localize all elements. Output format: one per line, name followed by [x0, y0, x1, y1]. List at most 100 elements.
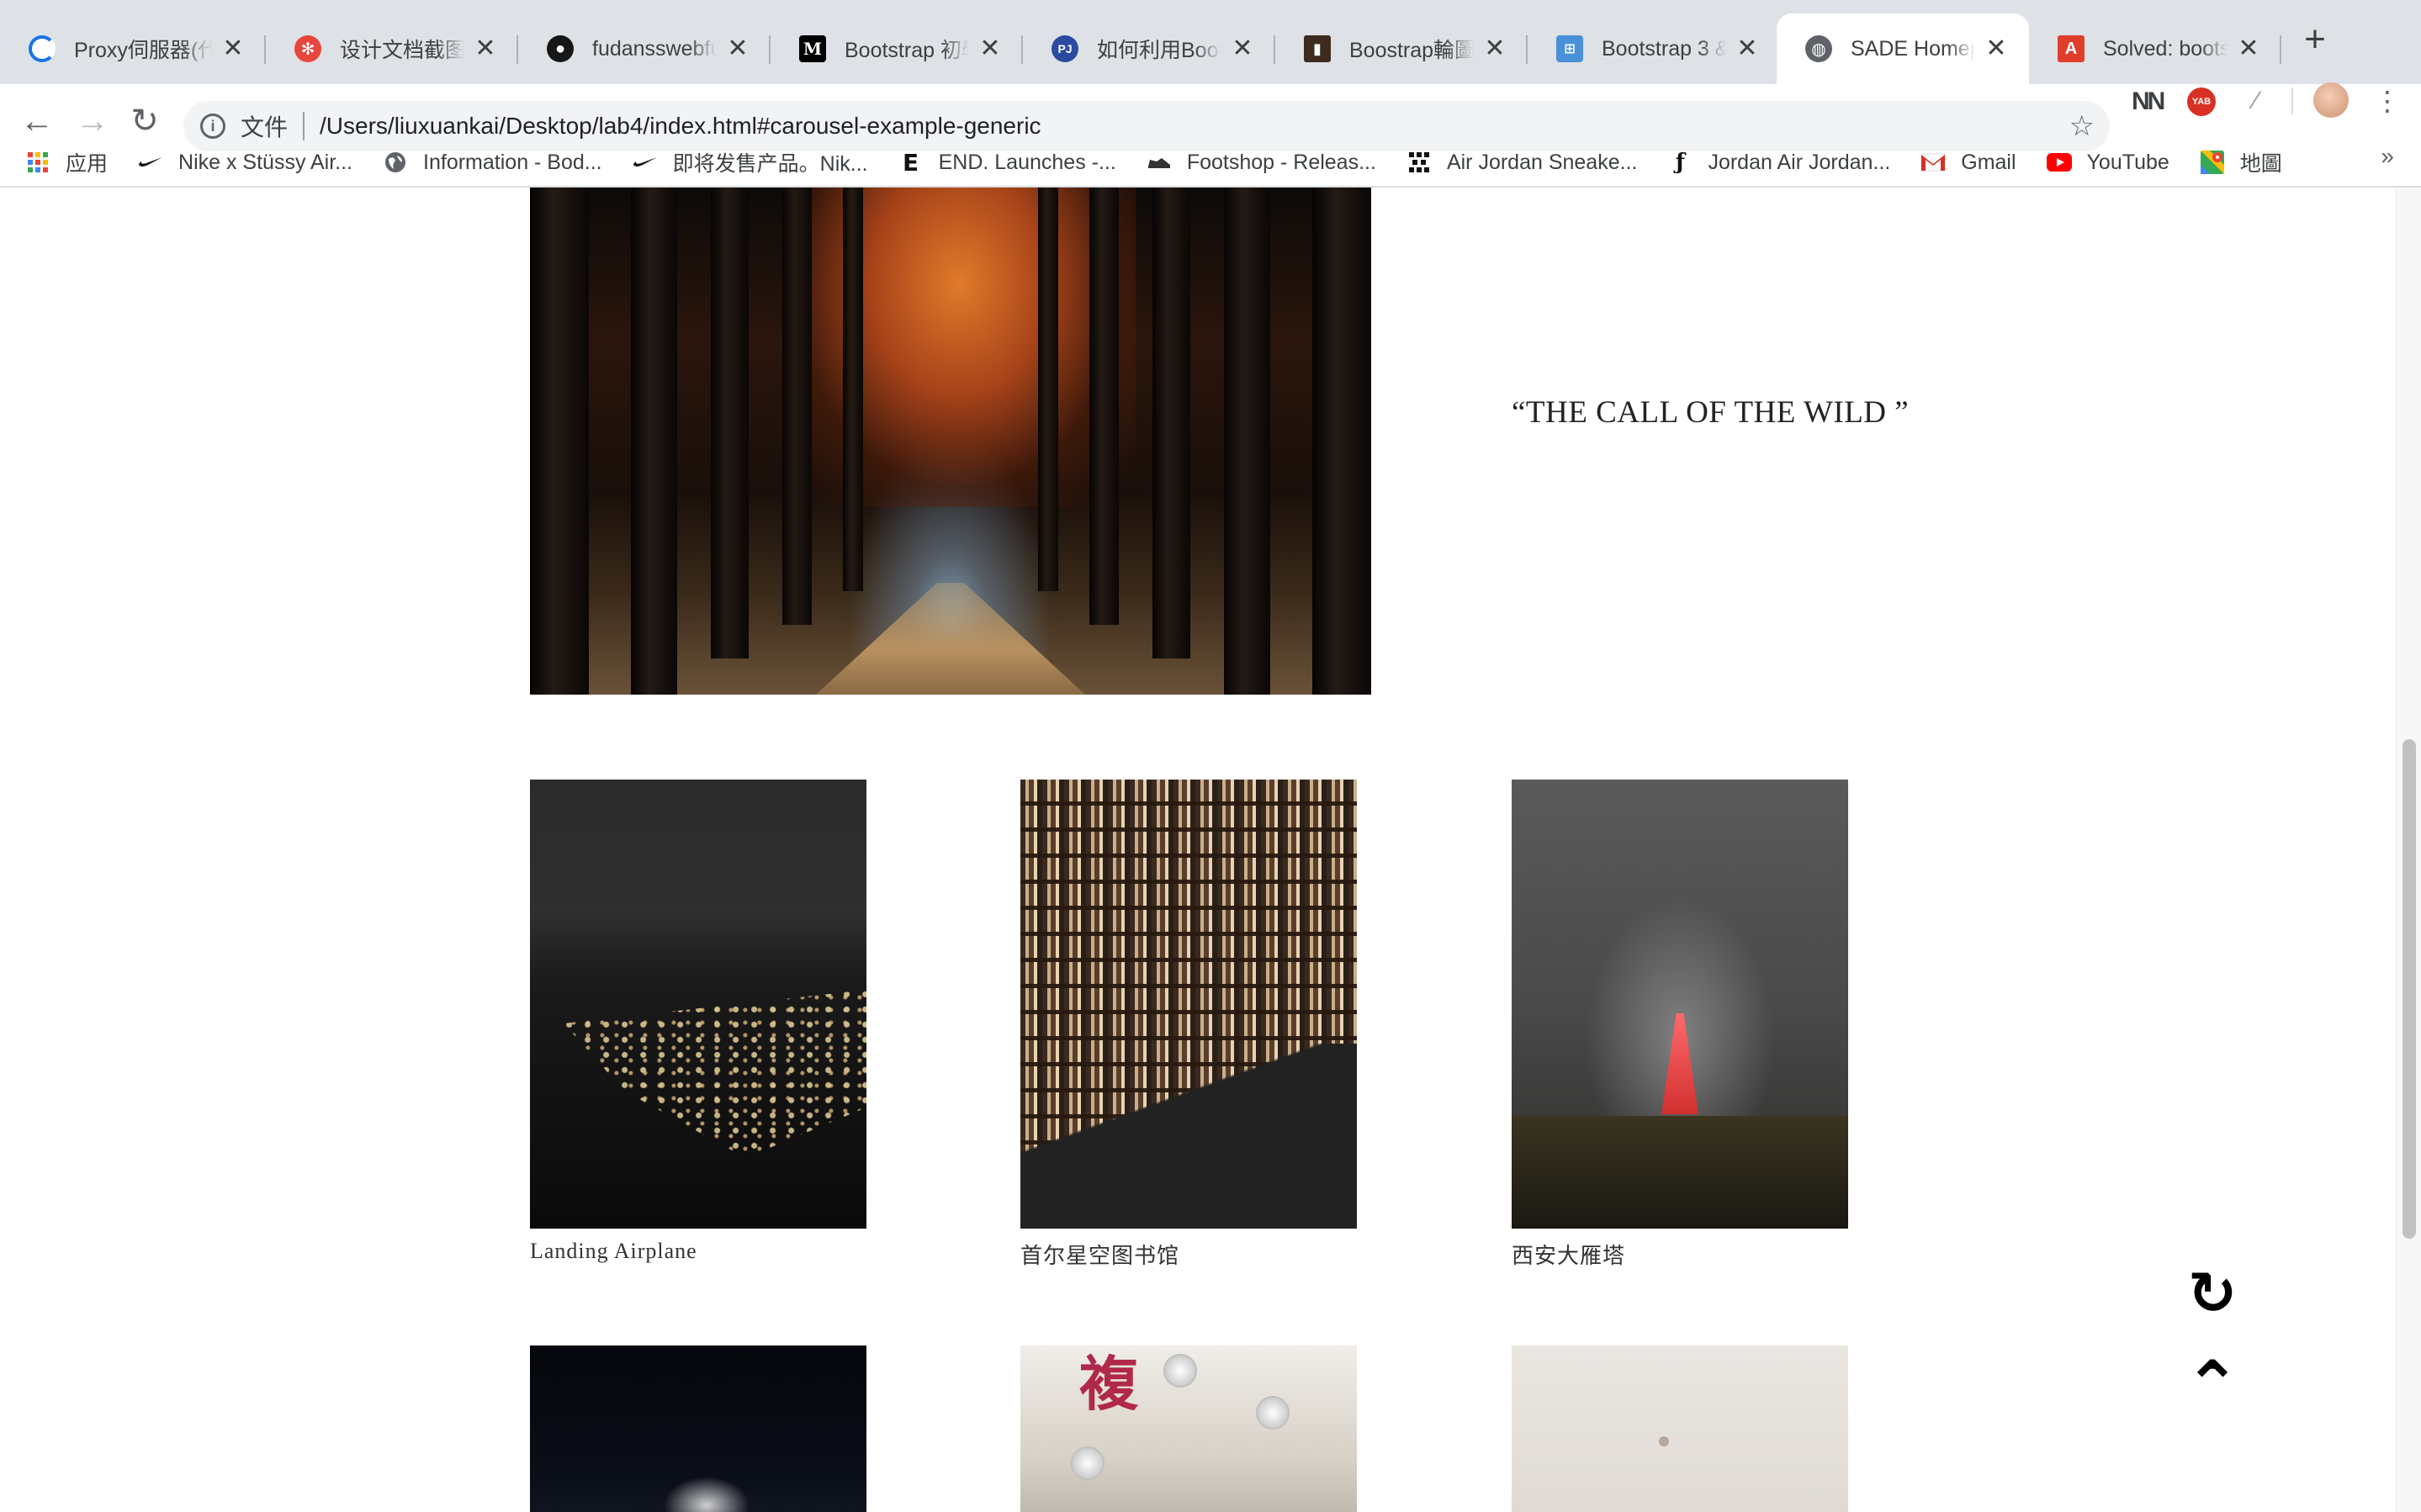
gmail-icon: [1920, 150, 1946, 175]
kebab-menu-icon[interactable]: ⋮: [2374, 84, 2401, 118]
gear-badge-icon: ✻: [294, 35, 321, 62]
page-viewport: “THE CALL OF THE WILD ” Landing Airplane…: [0, 188, 2396, 1512]
bookmark-label: END. Launches -...: [938, 150, 1116, 174]
tab-design-doc[interactable]: ✻ 设计文档截图提 ✕: [266, 13, 518, 84]
ceiling-lamp: [1256, 1396, 1290, 1430]
gallery-caption: 西安大雁塔: [1512, 1244, 1626, 1268]
bookmark-label: 应用: [66, 152, 109, 176]
bookmark-nike-stussy[interactable]: Nike x Stüssy Air...: [138, 138, 352, 187]
proxy-icon: [29, 35, 56, 62]
block-icon: ▮: [1304, 35, 1331, 62]
bookmark-label: Gmail: [1961, 150, 2016, 174]
bookmark-jordan-air-jordan[interactable]: ƒ Jordan Air Jordan...: [1667, 138, 1890, 187]
tab-separator: [2280, 35, 2281, 64]
reflecting-pool: [1512, 1116, 1848, 1229]
more-bookmarks-icon[interactable]: »: [2381, 143, 2394, 170]
chip-divider: [303, 112, 305, 140]
tab-solved[interactable]: A Solved: bootstr ✕: [2029, 13, 2281, 84]
tab-title: fudansswebfun: [592, 36, 717, 61]
bookmark-information[interactable]: Information - Bod...: [383, 138, 602, 187]
bookmark-apps[interactable]: 应用: [25, 138, 108, 187]
tab-bootstrap3[interactable]: ⊞ Bootstrap 3 & ✕: [1528, 13, 1780, 84]
gallery-photo[interactable]: [1512, 1345, 1848, 1512]
toolbar-divider: [2291, 87, 2293, 114]
tree-trunk: [1038, 188, 1058, 591]
close-icon[interactable]: ✕: [1481, 34, 1509, 63]
close-icon[interactable]: ✕: [219, 34, 247, 63]
tab-sade-homepage[interactable]: ◍ SADE Homepag ✕: [1777, 13, 2029, 84]
bookmark-footshop[interactable]: Footshop - Releas...: [1147, 138, 1376, 187]
carousel-image[interactable]: [530, 188, 1371, 695]
pixel-logo-icon: [1407, 150, 1432, 175]
tab-proxy[interactable]: Proxy伺服器(代 ✕: [0, 13, 266, 84]
new-tab-button[interactable]: +: [2293, 19, 2337, 62]
globe-icon: [383, 150, 408, 175]
bookmark-label: Nike x Stüssy Air...: [178, 150, 353, 174]
maps-icon: [2200, 150, 2225, 175]
bookmark-gmail[interactable]: Gmail: [1920, 138, 2016, 187]
close-icon[interactable]: ✕: [2234, 34, 2263, 63]
forward-button[interactable]: →: [71, 99, 114, 143]
tab-title: Bootstrap 初學: [845, 39, 969, 62]
medium-icon: M: [799, 35, 826, 62]
bookmark-maps[interactable]: 地圖: [2200, 138, 2282, 187]
bookmark-label: YouTube: [2086, 150, 2169, 174]
end-logo-icon: E: [903, 148, 919, 177]
tree-trunk: [711, 188, 749, 658]
avatar[interactable]: [2313, 82, 2349, 118]
gallery-card[interactable]: 複: [1020, 1345, 1357, 1512]
nike-swoosh-icon: [138, 150, 163, 175]
gallery-card[interactable]: 西安大雁塔: [1512, 780, 1848, 1270]
pagoda: [1661, 1013, 1698, 1114]
gallery-photo[interactable]: 複: [1020, 1345, 1357, 1512]
refresh-icon[interactable]: ↻: [2183, 1264, 2242, 1323]
close-icon[interactable]: ✕: [723, 34, 752, 63]
gallery-card[interactable]: [1512, 1345, 1848, 1512]
bookmark-star-icon[interactable]: ☆: [2069, 111, 2095, 141]
bookmark-youtube[interactable]: YouTube: [2046, 138, 2169, 187]
back-button[interactable]: ←: [15, 99, 59, 143]
close-icon[interactable]: ✕: [1733, 34, 1761, 63]
gallery-card[interactable]: 首尔星空图书馆: [1020, 780, 1357, 1270]
close-icon[interactable]: ✕: [976, 34, 1004, 63]
close-icon[interactable]: ✕: [1982, 34, 2010, 63]
autumn-canopy: [782, 188, 1136, 507]
tab-pj[interactable]: PJ 如何利用Bootst ✕: [1023, 13, 1275, 84]
tab-title: 设计文档截图提: [340, 39, 464, 62]
apps-grid-icon: [25, 150, 50, 175]
gallery-photo[interactable]: [530, 1345, 866, 1512]
info-icon[interactable]: i: [200, 114, 225, 139]
globe-icon: ◍: [1805, 35, 1832, 62]
tab-title: SADE Homepag: [1851, 36, 1975, 61]
gallery-photo[interactable]: [1020, 780, 1357, 1229]
gallery-card[interactable]: Landing Airplane: [530, 780, 866, 1264]
back-to-top-icon[interactable]: ⌃: [2183, 1348, 2242, 1423]
city-lights: [564, 990, 866, 1158]
bookmark-nike-upcoming[interactable]: 即将发售产品。Nik...: [633, 138, 868, 187]
tree-trunk: [631, 188, 677, 695]
yab-extension-icon[interactable]: YAB: [2187, 87, 2216, 116]
url-text[interactable]: /Users/liuxuankai/Desktop/lab4/index.htm…: [320, 113, 1041, 140]
bookmark-end-launches[interactable]: E END. Launches -...: [898, 138, 1116, 187]
tab-medium[interactable]: M Bootstrap 初學 ✕: [771, 13, 1023, 84]
tree-trunk: [1312, 188, 1371, 695]
bookmark-air-jordan-sneakers[interactable]: Air Jordan Sneake...: [1407, 138, 1637, 187]
close-icon[interactable]: ✕: [471, 34, 500, 63]
reload-button[interactable]: ↻: [123, 99, 167, 143]
sneaker-icon: [1147, 150, 1172, 175]
tab-title: Bootstrap 3 &: [1602, 36, 1726, 61]
gallery-photo[interactable]: [1512, 780, 1848, 1229]
tab-carousel[interactable]: ▮ Boostrap輪圖片 ✕: [1275, 13, 1528, 84]
hero-quote: “THE CALL OF THE WILD ”: [1512, 395, 1910, 430]
gallery-caption: Landing Airplane: [530, 1239, 697, 1263]
page-scrollbar[interactable]: [2396, 188, 2421, 1512]
close-icon[interactable]: ✕: [1228, 34, 1257, 63]
feather-extension-icon[interactable]: ⁄: [2241, 86, 2271, 116]
gallery-card[interactable]: [530, 1345, 866, 1512]
scrollbar-thumb[interactable]: [2402, 739, 2416, 1239]
gallery-photo[interactable]: [530, 780, 866, 1229]
tab-github[interactable]: ● fudansswebfun ✕: [518, 13, 771, 84]
tab-title: 如何利用Bootst: [1097, 39, 1221, 62]
mn-extension-icon[interactable]: NN: [2132, 87, 2165, 118]
youtube-icon: [2046, 150, 2072, 175]
